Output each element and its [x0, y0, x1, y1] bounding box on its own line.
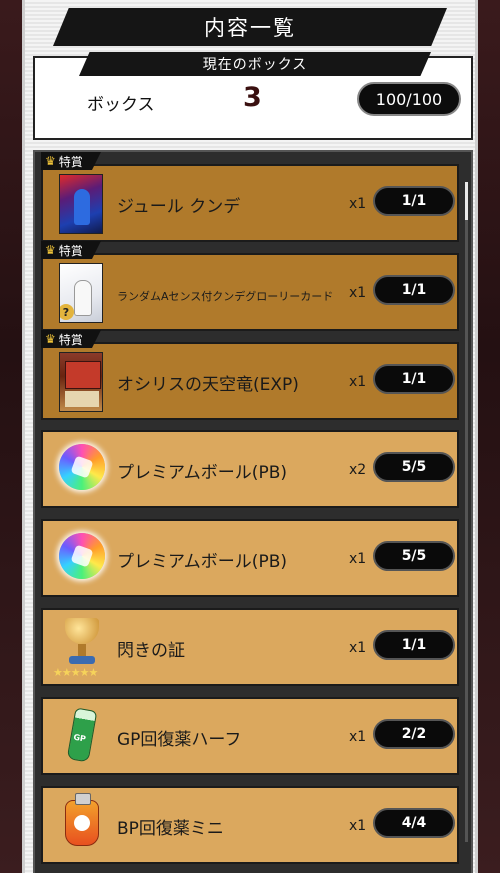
item-name: ジュール クンデ [117, 197, 241, 217]
item-multiplier: x1 [349, 285, 367, 301]
item-name: プレミアムボール(PB) [117, 552, 287, 572]
scrollbar-thumb[interactable] [465, 182, 468, 220]
item-name: GP回復薬ハーフ [117, 730, 242, 750]
box-label: ボックス [87, 95, 155, 115]
trophy-icon [59, 618, 105, 668]
scrollbar-track[interactable] [465, 182, 468, 842]
list-item: ♛ 特賞 ? ランダムAセンス付クンデグローリーカード x1 1/1 [41, 241, 459, 331]
item-multiplier: x2 [349, 462, 367, 478]
current-box-header: 現在のボックス [79, 52, 431, 76]
item-multiplier: x1 [349, 818, 367, 834]
question-mark-icon: ? [60, 304, 74, 320]
premium-ball-icon [59, 533, 105, 579]
item-count: 1/1 [373, 186, 455, 216]
item-name: BP回復薬ミニ [117, 819, 224, 839]
item-name: プレミアムボール(PB) [117, 463, 287, 483]
item-multiplier: x1 [349, 551, 367, 567]
item-name: オシリスの天空竜(EXP) [117, 375, 299, 395]
special-prize-tag: ♛ 特賞 [41, 152, 101, 170]
current-box-subtitle: 現在のボックス [202, 57, 308, 73]
gp-bottle-icon [66, 707, 98, 763]
item-multiplier: x1 [349, 196, 367, 212]
title-bar: 内容一覧 [53, 8, 447, 46]
item-count: 4/4 [373, 808, 455, 838]
monster-card-icon [59, 352, 103, 412]
item-count: 1/1 [373, 630, 455, 660]
random-player-card-icon: ? [59, 263, 103, 323]
list-item: ♛ 特賞 ジュール クンデ x1 1/1 [41, 152, 459, 242]
list-item: プレミアムボール(PB) x1 5/5 [41, 519, 459, 597]
bp-pouch-icon [65, 793, 99, 846]
item-multiplier: x1 [349, 640, 367, 656]
list-item: プレミアムボール(PB) x2 5/5 [41, 430, 459, 508]
player-card-icon [59, 174, 103, 234]
item-count: 5/5 [373, 541, 455, 571]
page-title: 内容一覧 [204, 16, 296, 40]
list-item: GP回復薬ハーフ x1 2/2 [41, 697, 459, 775]
item-list[interactable]: ♛ 特賞 ジュール クンデ x1 1/1 ♛ 特賞 ? ランダムAセンス付クンデ… [33, 150, 473, 873]
list-item: ♛ 特賞 オシリスの天空竜(EXP) x1 1/1 [41, 330, 459, 420]
item-name: ランダムAセンス付クンデグローリーカード [117, 290, 334, 303]
box-remaining-count: 100/100 [357, 82, 461, 116]
item-multiplier: x1 [349, 729, 367, 745]
special-prize-tag: ♛ 特賞 [41, 241, 101, 259]
item-multiplier: x1 [349, 374, 367, 390]
item-count: 1/1 [373, 364, 455, 394]
item-count: 2/2 [373, 719, 455, 749]
special-prize-tag: ♛ 特賞 [41, 330, 101, 348]
item-name: 閃きの証 [117, 641, 185, 661]
contents-panel: 内容一覧 現在のボックス ボックス 3 100/100 ♛ 特賞 ジュール クン… [22, 0, 478, 873]
crown-icon: ♛ [45, 154, 56, 168]
item-count: 5/5 [373, 452, 455, 482]
current-box-card: 現在のボックス ボックス 3 100/100 [33, 52, 473, 140]
item-count: 1/1 [373, 275, 455, 305]
rarity-stars: ★★★★★ [53, 666, 98, 679]
crown-icon: ♛ [45, 332, 56, 346]
crown-icon: ♛ [45, 243, 56, 257]
box-number: 3 [243, 82, 262, 113]
list-item: ★★★★★ 閃きの証 x1 1/1 [41, 608, 459, 686]
list-item: BP回復薬ミニ x1 4/4 [41, 786, 459, 864]
premium-ball-icon [59, 444, 105, 490]
